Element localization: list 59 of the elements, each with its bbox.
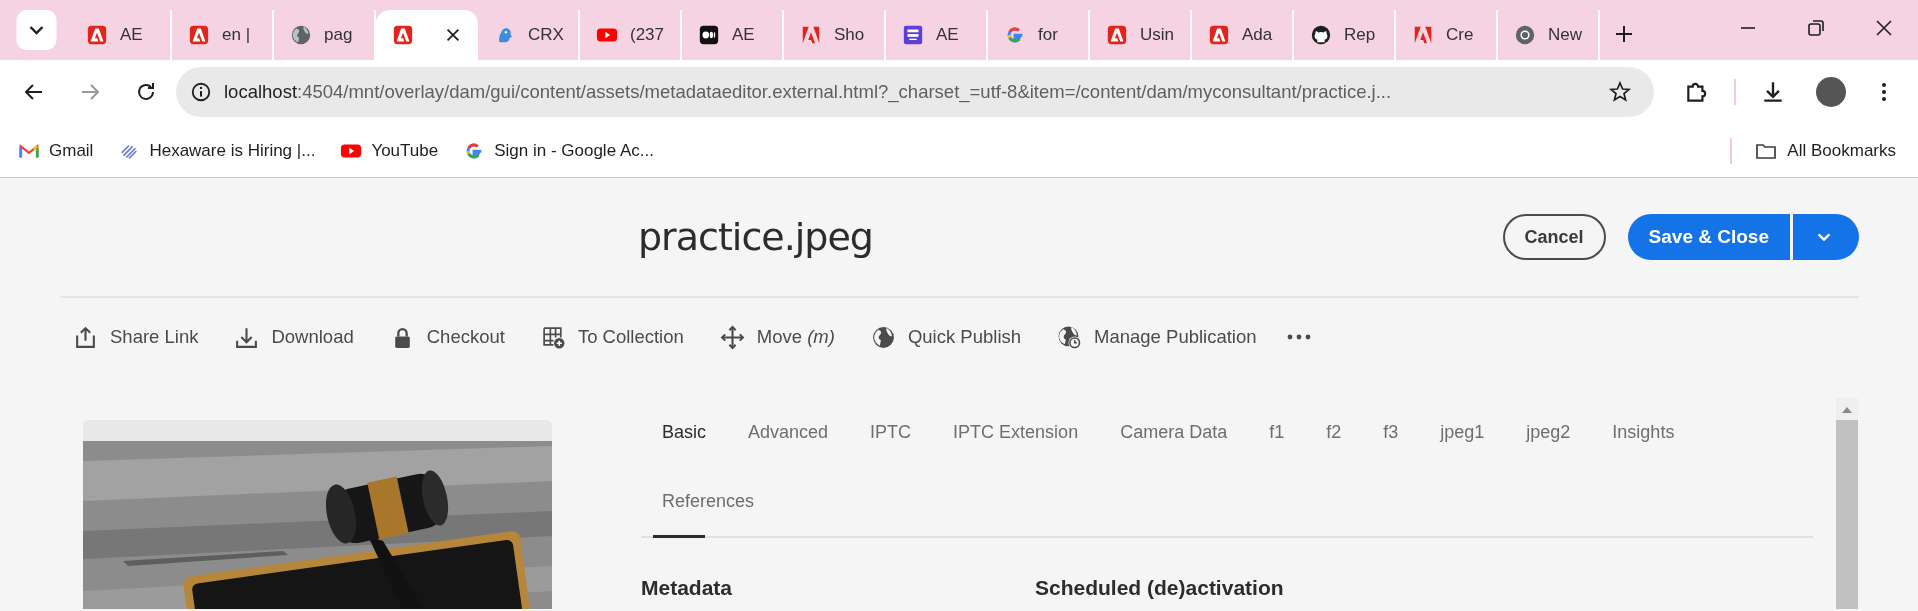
bookmark-item[interactable]: Gmail — [18, 139, 94, 162]
restore-icon[interactable] — [1806, 18, 1826, 38]
share-icon — [73, 324, 98, 350]
close-icon[interactable] — [1874, 18, 1894, 38]
action-button[interactable]: To Collection — [540, 324, 684, 350]
square-logo-icon — [902, 24, 924, 46]
section-heading: Scheduled (de)activation — [1035, 576, 1284, 600]
tab[interactable]: Advanced — [727, 398, 850, 467]
bookmark-item[interactable]: Sign in - Google Ac... — [463, 139, 654, 162]
action-button[interactable]: Download — [234, 324, 354, 350]
tab[interactable]: f1 — [1248, 398, 1306, 467]
triangle-logo-icon — [1106, 24, 1128, 46]
bookmark-item[interactable]: Hexaware is Hiring |... — [118, 139, 316, 162]
tab[interactable]: jpeg2 — [1505, 398, 1592, 467]
tab[interactable]: Basic — [641, 398, 727, 467]
collection-icon — [540, 324, 566, 350]
scroll-up-icon[interactable] — [1841, 406, 1853, 414]
triangle-logo-icon — [1208, 24, 1230, 46]
move-icon — [719, 324, 745, 350]
avatar[interactable] — [1816, 77, 1846, 107]
action-button[interactable]: Move (m) — [719, 324, 835, 350]
triangle-logo-icon — [392, 24, 414, 46]
browser-tab[interactable] — [376, 10, 478, 60]
section-heading: Metadata — [641, 576, 734, 600]
tab[interactable]: IPTC — [849, 398, 933, 467]
dots-logo-icon — [698, 24, 720, 46]
action-button[interactable]: Checkout — [389, 324, 505, 350]
tab[interactable]: References — [641, 467, 776, 536]
triangle-logo-icon — [86, 24, 108, 46]
close-icon[interactable] — [444, 26, 462, 44]
tab[interactable]: Camera Data — [1099, 398, 1249, 467]
tab[interactable]: f2 — [1305, 398, 1363, 467]
action-button[interactable]: Quick Publish — [870, 324, 1022, 350]
triangle-logo-icon — [800, 24, 822, 46]
menu-icon[interactable] — [1880, 80, 1888, 104]
info-icon[interactable] — [190, 81, 212, 103]
more-icon[interactable] — [1286, 333, 1311, 341]
star-icon[interactable] — [1608, 80, 1632, 104]
triangle-logo-icon — [188, 24, 210, 46]
circle-logo-icon — [1514, 24, 1536, 46]
tab[interactable]: IPTC Extension — [932, 398, 1100, 467]
globe-icon — [870, 324, 896, 350]
all-bookmarks-button[interactable]: All Bookmarks — [1754, 138, 1896, 163]
save-close-button[interactable]: Save & Close — [1627, 214, 1790, 260]
new-tab-icon[interactable] — [1614, 24, 1634, 44]
globe-clock-icon — [1057, 324, 1083, 350]
dropdown-button[interactable] — [1793, 214, 1859, 260]
cat-logo-icon — [1310, 24, 1332, 46]
cancel-button[interactable]: Cancel — [1502, 214, 1606, 260]
asset-title: practice.jpeg — [638, 215, 873, 259]
scrollbar-thumb[interactable] — [1836, 420, 1858, 609]
action-button[interactable]: Share Link — [73, 324, 199, 350]
tab[interactable]: Insights — [1591, 398, 1696, 467]
action-button[interactable]: Manage Publication — [1057, 324, 1257, 350]
bookmark-item[interactable]: YouTube — [340, 139, 439, 162]
tab[interactable]: f3 — [1362, 398, 1420, 467]
tab[interactable]: jpeg1 — [1419, 398, 1506, 467]
globe-icon — [290, 24, 312, 46]
triangle-logo-icon — [1412, 24, 1434, 46]
